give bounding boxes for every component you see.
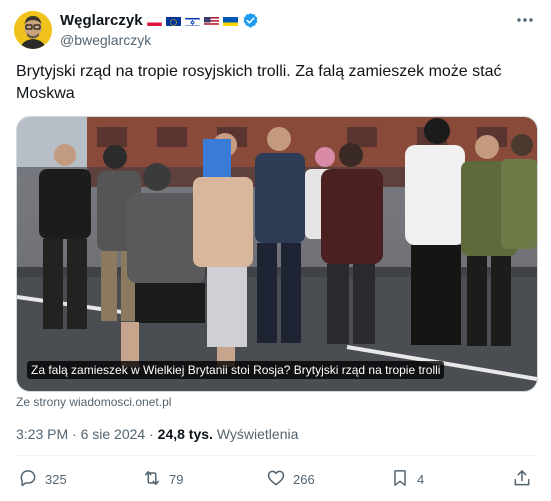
verified-badge-icon — [242, 12, 259, 29]
bookmark-icon — [390, 468, 410, 491]
il-flag-icon — [184, 15, 200, 26]
share-button[interactable] — [512, 468, 532, 491]
meta-separator: · — [149, 426, 154, 442]
repost-icon — [142, 468, 162, 491]
reply-count: 325 — [45, 472, 67, 487]
eu-flag-icon — [165, 15, 181, 26]
like-button[interactable]: 266 — [266, 468, 315, 491]
pl-flag-icon — [146, 15, 162, 26]
us-flag-icon — [203, 15, 219, 26]
action-bar: 325 79 266 4 — [16, 468, 537, 492]
repost-count: 79 — [169, 472, 184, 487]
card-caption: Za falą zamieszek w Wielkiej Brytanii st… — [27, 361, 445, 379]
link-card-image[interactable]: Za falą zamieszek w Wielkiej Brytanii st… — [16, 116, 538, 392]
bookmark-button[interactable]: 4 — [390, 468, 424, 491]
views-count: 24,8 tys. — [157, 426, 213, 442]
tweet-date[interactable]: 6 sie 2024 — [81, 426, 146, 442]
views-label: Wyświetlenia — [216, 426, 299, 442]
reply-icon — [18, 468, 38, 491]
card-source-link[interactable]: Ze strony wiadomosci.onet.pl — [16, 395, 171, 409]
tweet-header: Węglarczyk @bweglarczyk — [14, 8, 539, 52]
author-handle[interactable]: @bweglarczyk — [60, 32, 259, 48]
divider — [16, 455, 535, 456]
like-count: 266 — [293, 472, 315, 487]
protest-photo — [17, 117, 537, 391]
more-options-icon[interactable] — [515, 10, 535, 35]
share-icon — [512, 468, 532, 491]
author-name[interactable]: Węglarczyk — [60, 12, 143, 29]
reply-button[interactable]: 325 — [18, 468, 67, 491]
tweet-time[interactable]: 3:23 PM — [16, 426, 68, 442]
avatar[interactable] — [14, 11, 52, 49]
bookmark-count: 4 — [417, 472, 425, 487]
repost-button[interactable]: 79 — [142, 468, 183, 491]
tweet-text: Brytyjski rząd na tropie rosyjskich trol… — [16, 63, 502, 102]
tweet-meta: 3:23 PM · 6 sie 2024 · 24,8 tys. Wyświet… — [16, 426, 298, 442]
heart-icon — [266, 468, 286, 491]
meta-separator: · — [72, 426, 77, 442]
ua-flag-icon — [222, 15, 238, 26]
